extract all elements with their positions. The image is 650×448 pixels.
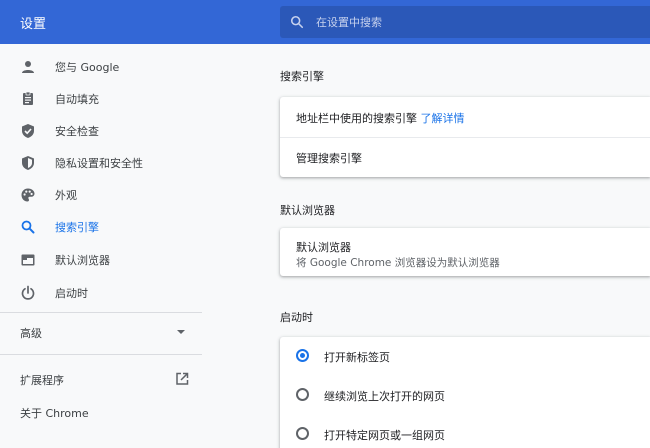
advanced-label: 高级	[20, 327, 42, 340]
search-input[interactable]: 在设置中搜索	[280, 6, 650, 38]
sidebar-item-about-chrome[interactable]: 关于 Chrome	[0, 398, 202, 426]
extensions-label: 扩展程序	[20, 374, 64, 387]
sidebar-item-label: 安全检查	[55, 125, 99, 138]
page-title: 设置	[20, 17, 47, 32]
sidebar-item-extensions[interactable]: 扩展程序	[0, 366, 202, 394]
address-bar-engine-row: 地址栏中使用的搜索引擎 了解详情	[280, 97, 650, 137]
palette-icon	[21, 188, 35, 202]
section-title-search-engine: 搜索引擎	[280, 70, 324, 83]
sidebar-item-label: 自动填充	[55, 93, 99, 106]
sidebar-item-on-startup[interactable]: 启动时	[0, 279, 202, 307]
address-bar-engine-text: 地址栏中使用的搜索引擎 了解详情	[296, 110, 465, 126]
manage-search-engines-row[interactable]: 管理搜索引擎	[280, 138, 650, 177]
person-icon	[22, 61, 34, 73]
sidebar-divider	[0, 354, 202, 355]
sidebar-item-advanced[interactable]: 高级	[0, 318, 202, 346]
open-in-new-icon	[176, 372, 189, 385]
sidebar-item-label: 搜索引擎	[55, 221, 99, 234]
sidebar-item-label: 启动时	[55, 287, 88, 300]
browser-icon	[21, 254, 35, 266]
shield-icon	[22, 156, 34, 170]
sidebar-item-autofill[interactable]: 自动填充	[0, 85, 202, 113]
top-bar: 设置 在设置中搜索	[0, 0, 650, 44]
address-bar-engine-label: 地址栏中使用的搜索引擎	[296, 112, 417, 125]
clipboard-icon	[23, 91, 33, 105]
sidebar-item-label: 外观	[55, 189, 77, 202]
startup-option-label: 打开新标签页	[324, 351, 390, 364]
startup-option-specific-pages[interactable]: 打开特定网页或一组网页	[280, 415, 650, 448]
radio-button[interactable]	[296, 388, 309, 401]
sidebar-item-appearance[interactable]: 外观	[0, 181, 202, 209]
search-icon	[21, 220, 35, 234]
search-engine-card: 地址栏中使用的搜索引擎 了解详情 管理搜索引擎	[280, 97, 650, 177]
manage-search-engines-label: 管理搜索引擎	[296, 152, 362, 165]
sidebar-item-you-and-google[interactable]: 您与 Google	[0, 53, 202, 81]
startup-option-label: 打开特定网页或一组网页	[324, 429, 445, 442]
startup-option-continue[interactable]: 继续浏览上次打开的网页	[280, 376, 650, 414]
search-icon	[290, 15, 304, 29]
startup-option-new-tab[interactable]: 打开新标签页	[280, 337, 650, 375]
chevron-down-icon	[177, 330, 185, 334]
sidebar-item-privacy[interactable]: 隐私设置和安全性	[0, 149, 202, 177]
sidebar: 您与 Google 自动填充 安全检查 隐私设置和安全性 外观 搜索引擎 默认浏…	[0, 44, 202, 448]
sidebar-item-default-browser[interactable]: 默认浏览器	[0, 246, 202, 274]
search-placeholder: 在设置中搜索	[316, 16, 382, 29]
main-content: 搜索引擎 地址栏中使用的搜索引擎 了解详情 管理搜索引擎 默认浏览器 默认浏览器…	[280, 44, 650, 448]
default-browser-card-title: 默认浏览器	[296, 241, 351, 254]
startup-option-label: 继续浏览上次打开的网页	[324, 390, 445, 403]
section-title-default-browser: 默认浏览器	[280, 204, 335, 217]
shield-check-icon	[22, 124, 34, 138]
sidebar-item-safety-check[interactable]: 安全检查	[0, 117, 202, 145]
sidebar-item-label: 您与 Google	[55, 61, 120, 74]
sidebar-item-search-engine[interactable]: 搜索引擎	[0, 213, 202, 241]
sidebar-divider	[0, 312, 202, 313]
startup-card: 打开新标签页 继续浏览上次打开的网页 打开特定网页或一组网页	[280, 337, 650, 448]
default-browser-card-subtitle: 将 Google Chrome 浏览器设为默认浏览器	[296, 257, 500, 269]
radio-button-checked[interactable]	[296, 349, 309, 362]
default-browser-card: 默认浏览器 将 Google Chrome 浏览器设为默认浏览器	[280, 228, 650, 276]
power-icon	[21, 285, 35, 300]
sidebar-item-label: 隐私设置和安全性	[55, 157, 143, 170]
learn-more-link[interactable]: 了解详情	[421, 112, 465, 125]
section-title-on-startup: 启动时	[280, 311, 313, 324]
about-label: 关于 Chrome	[20, 407, 89, 420]
radio-button[interactable]	[296, 427, 309, 440]
sidebar-item-label: 默认浏览器	[55, 254, 110, 267]
